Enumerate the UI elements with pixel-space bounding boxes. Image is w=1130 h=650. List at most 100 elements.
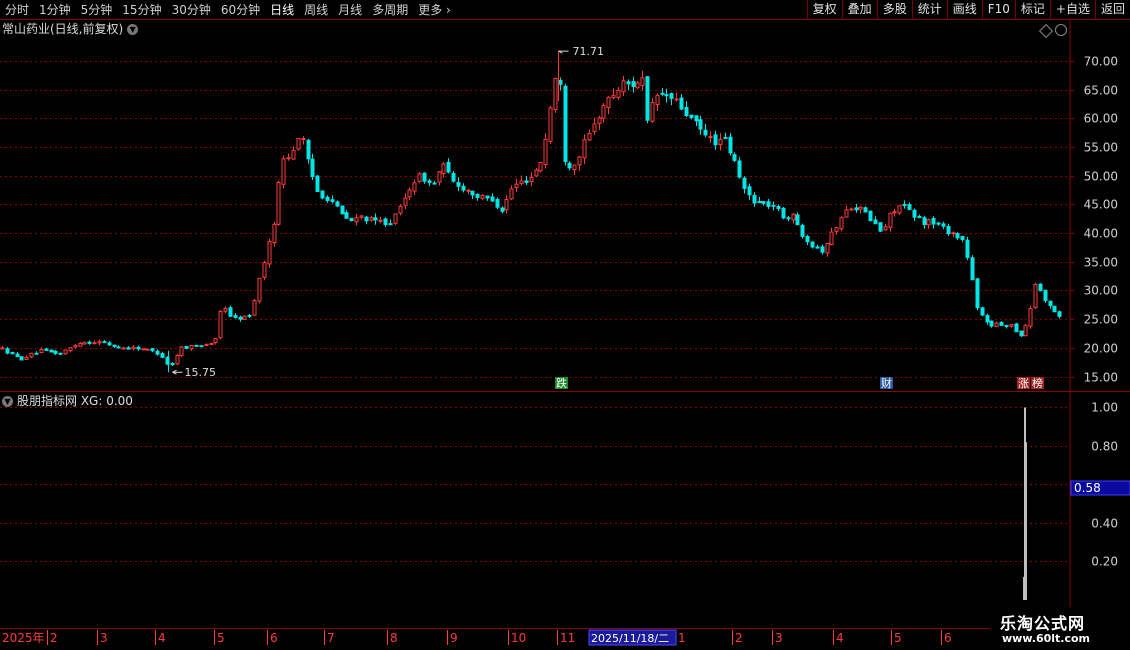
y-tick-label: 55.00 [1084,141,1118,155]
candle-body [446,161,451,173]
candle-body [936,222,941,225]
candle-body [718,138,723,146]
candle-body [170,363,175,366]
candle-body [1038,283,1043,292]
candle-body [917,216,922,219]
candle-body [931,217,936,225]
candle-body [189,345,194,350]
candle-body [102,341,107,344]
candle-body [907,204,912,210]
candle-body [257,277,262,302]
candle-body [776,205,781,210]
candle-body [888,212,893,228]
candle-body [500,207,505,212]
candle-body [810,241,815,248]
candle-body [116,346,121,349]
month-label: 5 [217,631,225,645]
candle-body [815,246,820,249]
indicator-tick-label: 0.20 [1091,555,1118,569]
candle-body [1028,308,1033,327]
candle-body [194,344,199,347]
candle-body [276,181,281,225]
candle-body [398,205,403,214]
candle-body [868,210,873,222]
candle-body [1052,305,1057,313]
candle-body [68,347,73,352]
candle-body [742,177,747,189]
main-price-axis: 15.00 20.00 25.00 30.00 35.00 40.00 45.00 50.00… [1070,55,1118,385]
month-label: 2 [50,631,58,645]
candle-body [747,186,752,196]
candle-body [922,217,927,226]
candle-body [708,136,713,139]
candle-body [306,139,311,160]
candle-body [121,347,126,350]
candle-body [34,352,39,355]
month-label: 11 [560,631,575,645]
candle-body [150,348,155,352]
candle-body [854,207,859,211]
y-tick-label: 35.00 [1084,256,1118,270]
candle-body [795,214,800,226]
candle-body [892,211,897,214]
candle-body [39,348,44,354]
candle-body [985,315,990,323]
candle-body [218,310,223,339]
candle-body [858,206,863,210]
candle-body [272,223,277,244]
candle-body [994,322,999,327]
candle-body [941,223,946,227]
chevron-down-icon[interactable]: ▼ [2,396,13,407]
candle-body [897,205,902,214]
candle-body [1023,324,1028,337]
circle-icon[interactable] [1055,24,1067,36]
candle-body [669,93,674,99]
candle-body [49,349,54,353]
indicator-tick-label: 1.00 [1091,401,1118,415]
candle-body [310,158,315,178]
candle-body [378,219,383,222]
candle-body [878,222,883,232]
indicator-name: 股朋指标网 XG: 0.00 [17,394,133,408]
candle-body [679,97,684,110]
candle-body [0,347,5,350]
candle-body [800,224,805,237]
candle-body [664,94,669,97]
month-label: 1 [678,631,686,645]
candle-body [635,82,640,89]
candle-body [951,232,956,235]
high-price-label: 71.71 [573,45,605,58]
candle-body [761,201,766,204]
month-label: 7 [327,631,335,645]
candle-body [825,243,830,254]
candle-body [437,171,442,183]
candle-body [87,341,92,344]
candle-body [577,156,582,166]
candle-body [238,316,243,320]
main-chart-title: 常山药业(日线,前复权) ▼ [2,21,139,37]
candle-body [373,217,378,221]
stock-title: 常山药业(日线,前复权) [2,22,124,36]
candle-body [403,197,408,206]
candle-body [703,129,708,136]
candle-body [456,182,461,187]
candle-body [834,227,839,232]
candle-body [29,352,34,358]
indicator-title: ▼ 股朋指标网 XG: 0.00 [2,393,133,409]
candle-body [441,163,446,174]
candle-body [320,190,325,199]
candle-body [10,351,15,355]
candle-body [19,356,24,361]
candle-body [955,233,960,239]
candle-body [786,217,791,220]
watermark-url: www.60lt.com [1002,632,1091,645]
candle-body [179,346,184,356]
candle-body [849,208,854,211]
candle-body [645,76,650,121]
candle-body [572,164,577,171]
candle-body [92,342,97,345]
candle-body [999,321,1004,326]
chart-canvas[interactable]: 71.71 15.75 跌 财 涨榜 15.00 20.00 25.00 30.00 35.00… [0,0,1130,650]
time-axis: 2025年 2 3 4 5 6 7 8 9 10 11 1 2 3 4 5 62025/11/18/二 [2,629,952,646]
chevron-down-icon[interactable]: ▼ [127,24,139,35]
